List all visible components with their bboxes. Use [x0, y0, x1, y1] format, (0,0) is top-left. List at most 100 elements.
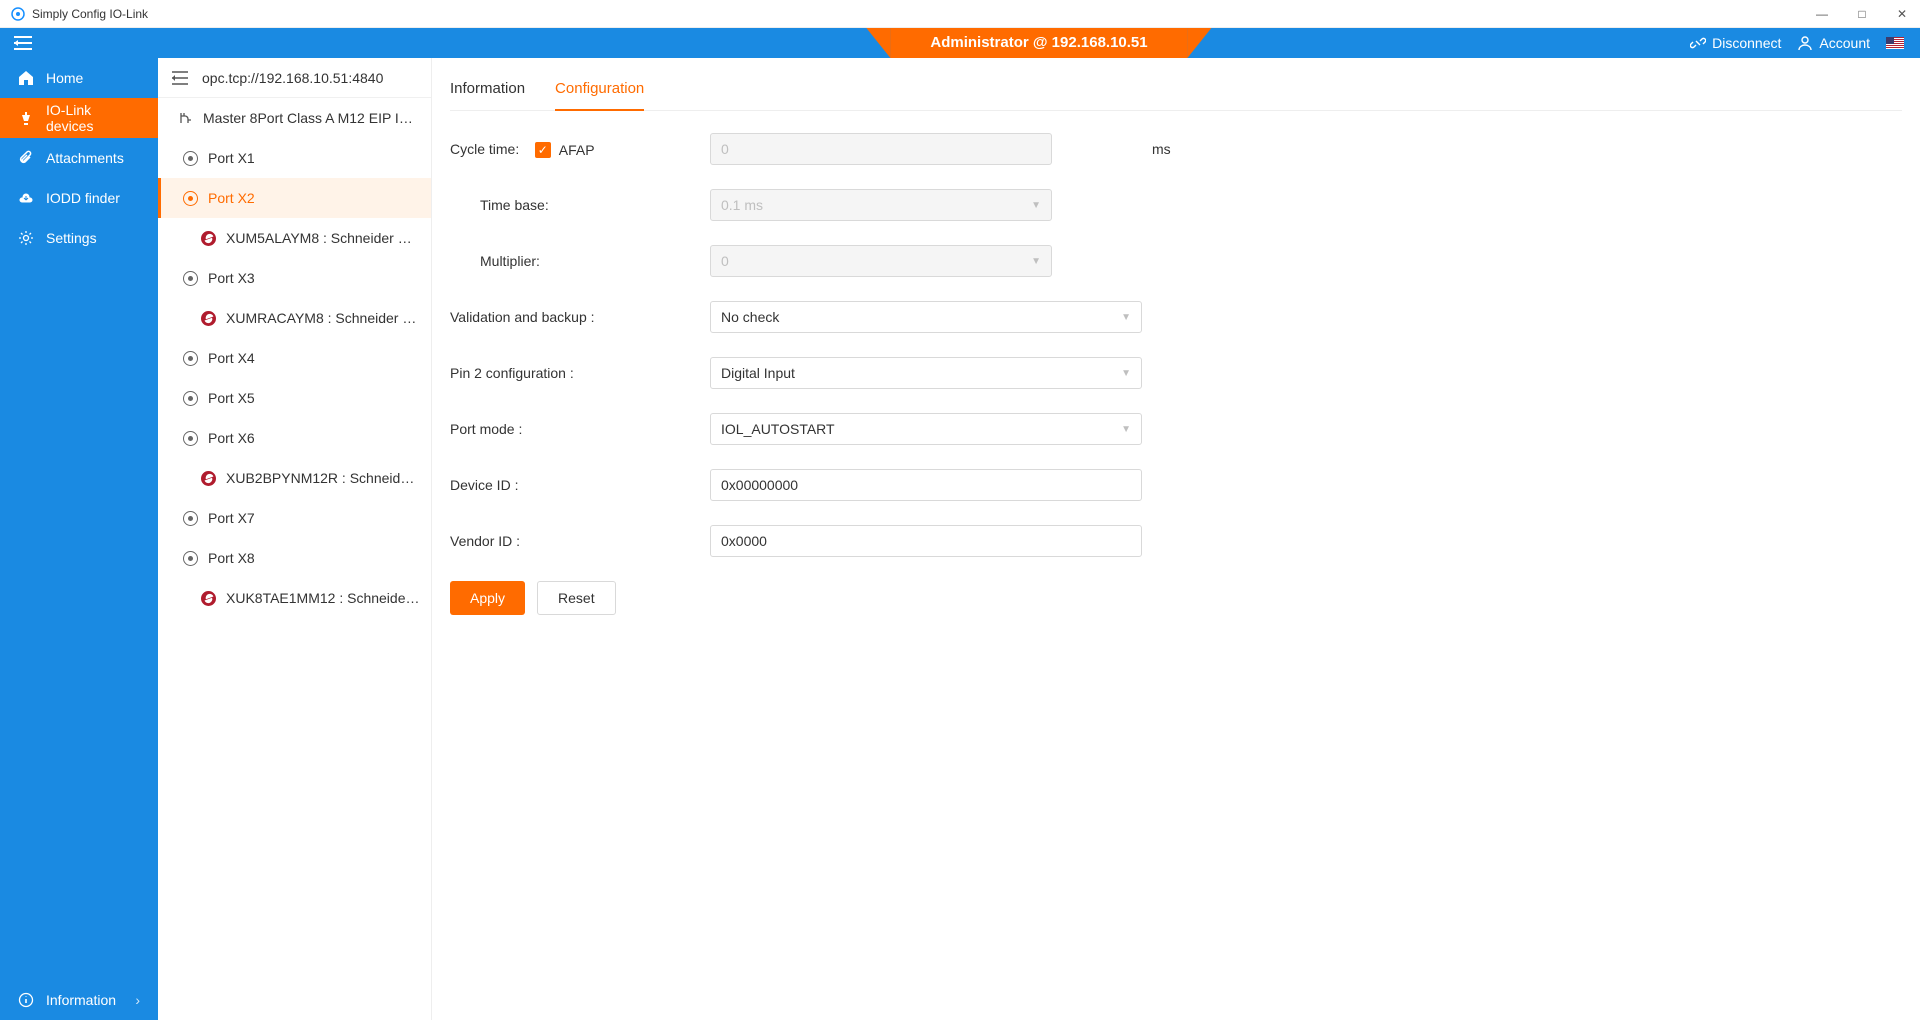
- tree-node-label: XUB2BPYNM12R : Schneider E...: [226, 470, 421, 486]
- chevron-down-icon: ▼: [1031, 256, 1041, 267]
- input-value: 0x0000: [721, 533, 767, 549]
- multiplier-select: 0 ▼: [710, 245, 1052, 277]
- sidebar-item-iodd-finder[interactable]: IODD finder: [0, 178, 158, 218]
- tree-node-label: Master 8Port Class A M12 EIP IP67 ...: [203, 110, 421, 126]
- sidebar-item-label: Attachments: [46, 150, 124, 166]
- window-titlebar: Simply Config IO-Link — □ ✕: [0, 0, 1920, 28]
- tree-node-label: Port X6: [208, 430, 255, 446]
- disconnect-icon: [1690, 35, 1706, 51]
- flag-icon-us[interactable]: [1886, 37, 1904, 49]
- tree-node-port[interactable]: Port X3: [158, 258, 431, 298]
- maximize-button[interactable]: □: [1854, 7, 1870, 21]
- cloud-download-icon: [18, 190, 34, 206]
- port-icon: [183, 511, 198, 526]
- window-controls: — □ ✕: [1814, 7, 1910, 21]
- checkbox-checked-icon: ✓: [535, 142, 551, 158]
- pin2-label: Pin 2 configuration :: [450, 365, 710, 381]
- validation-select[interactable]: No check ▼: [710, 301, 1142, 333]
- chevron-down-icon: ▼: [1121, 368, 1131, 379]
- select-value: Digital Input: [721, 365, 795, 381]
- tree-node-port[interactable]: Port X4: [158, 338, 431, 378]
- sidebar-item-label: IODD finder: [46, 190, 120, 206]
- tree-node-label: XUMRACAYM8 : Schneider Ele...: [226, 310, 421, 326]
- cycle-time-label: Cycle time:: [450, 141, 519, 157]
- time-base-label: Time base:: [450, 197, 710, 213]
- chevron-down-icon: ▼: [1031, 200, 1041, 211]
- portmode-label: Port mode :: [450, 421, 710, 437]
- deviceid-input[interactable]: 0x00000000: [710, 469, 1142, 501]
- tree-node-port[interactable]: Port X7: [158, 498, 431, 538]
- tabs: Information Configuration: [450, 68, 1902, 111]
- tree-node-label: Port X1: [208, 150, 255, 166]
- select-value: 0.1 ms: [721, 197, 763, 213]
- tab-information[interactable]: Information: [450, 68, 525, 110]
- chevron-down-icon: ▼: [1121, 424, 1131, 435]
- close-button[interactable]: ✕: [1894, 7, 1910, 21]
- chevron-down-icon: ▼: [1121, 312, 1131, 323]
- window-title: Simply Config IO-Link: [32, 7, 148, 21]
- tree-node-device[interactable]: XUB2BPYNM12R : Schneider E...: [158, 458, 431, 498]
- tree-node-port[interactable]: Port X2: [158, 178, 431, 218]
- apply-button[interactable]: Apply: [450, 581, 525, 615]
- device-icon: [201, 591, 216, 606]
- configuration-form: Cycle time: ✓ AFAP 0 ms: [450, 111, 1450, 615]
- afap-checkbox[interactable]: ✓ AFAP: [535, 142, 595, 158]
- device-icon: [201, 471, 216, 486]
- sidebar-item-label: Information: [46, 992, 116, 1008]
- connector-icon: [18, 110, 34, 126]
- tree-node-port[interactable]: Port X6: [158, 418, 431, 458]
- connection-banner: Administrator @ 192.168.10.51: [890, 28, 1187, 58]
- validation-label: Validation and backup :: [450, 309, 710, 325]
- sidebar-item-home[interactable]: Home: [0, 58, 158, 98]
- tree-node-device[interactable]: XUK8TAE1MM12 : Schneider E...: [158, 578, 431, 618]
- collapse-tree-icon[interactable]: [172, 71, 188, 85]
- tree-node-label: Port X2: [208, 190, 255, 206]
- port-icon: [183, 151, 198, 166]
- tree-node-label: Port X5: [208, 390, 255, 406]
- input-value: 0x00000000: [721, 477, 798, 493]
- account-button[interactable]: Account: [1797, 35, 1870, 51]
- vendorid-input[interactable]: 0x0000: [710, 525, 1142, 557]
- portmode-select[interactable]: IOL_AUTOSTART ▼: [710, 413, 1142, 445]
- tree-node-label: Port X4: [208, 350, 255, 366]
- chevron-right-icon: ›: [135, 992, 140, 1008]
- tree-node-device[interactable]: XUM5ALAYM8 : Schneider Ele...: [158, 218, 431, 258]
- sidebar-item-iolink-devices[interactable]: IO-Link devices: [0, 98, 158, 138]
- afap-label: AFAP: [559, 142, 595, 158]
- sidebar-item-attachments[interactable]: Attachments: [0, 138, 158, 178]
- sidebar-item-information[interactable]: Information ›: [0, 980, 158, 1020]
- home-icon: [18, 70, 34, 86]
- topbar: Administrator @ 192.168.10.51 Disconnect…: [158, 28, 1920, 58]
- tree-node-port[interactable]: Port X1: [158, 138, 431, 178]
- port-icon: [183, 351, 198, 366]
- tree-node-port[interactable]: Port X8: [158, 538, 431, 578]
- reset-button[interactable]: Reset: [537, 581, 616, 615]
- minimize-button[interactable]: —: [1814, 7, 1830, 21]
- main-panel: Information Configuration Cycle time: ✓ …: [432, 58, 1920, 1020]
- sidebar: Home IO-Link devices Attachments IODD fi…: [0, 28, 158, 1020]
- user-icon: [1797, 35, 1813, 51]
- disconnect-label: Disconnect: [1712, 35, 1781, 51]
- pin2-select[interactable]: Digital Input ▼: [710, 357, 1142, 389]
- sidebar-collapse-button[interactable]: [0, 28, 158, 58]
- deviceid-label: Device ID :: [450, 477, 710, 493]
- sidebar-item-settings[interactable]: Settings: [0, 218, 158, 258]
- tree-node-master[interactable]: Master 8Port Class A M12 EIP IP67 ...: [158, 98, 431, 138]
- tree-node-label: XUK8TAE1MM12 : Schneider E...: [226, 590, 421, 606]
- sidebar-item-label: IO-Link devices: [46, 102, 140, 134]
- tree-node-device[interactable]: XUMRACAYM8 : Schneider Ele...: [158, 298, 431, 338]
- select-value: IOL_AUTOSTART: [721, 421, 835, 437]
- input-value: 0: [721, 141, 729, 157]
- port-icon: [183, 551, 198, 566]
- tab-configuration[interactable]: Configuration: [555, 68, 644, 111]
- select-value: 0: [721, 253, 729, 269]
- gear-icon: [18, 230, 34, 246]
- tree-node-port[interactable]: Port X5: [158, 378, 431, 418]
- device-icon: [201, 231, 216, 246]
- address-bar: opc.tcp://192.168.10.51:4840: [158, 58, 431, 98]
- vendorid-label: Vendor ID :: [450, 533, 710, 549]
- time-base-select: 0.1 ms ▼: [710, 189, 1052, 221]
- tree-node-label: Port X8: [208, 550, 255, 566]
- disconnect-button[interactable]: Disconnect: [1690, 35, 1781, 51]
- cycle-time-input: 0: [710, 133, 1052, 165]
